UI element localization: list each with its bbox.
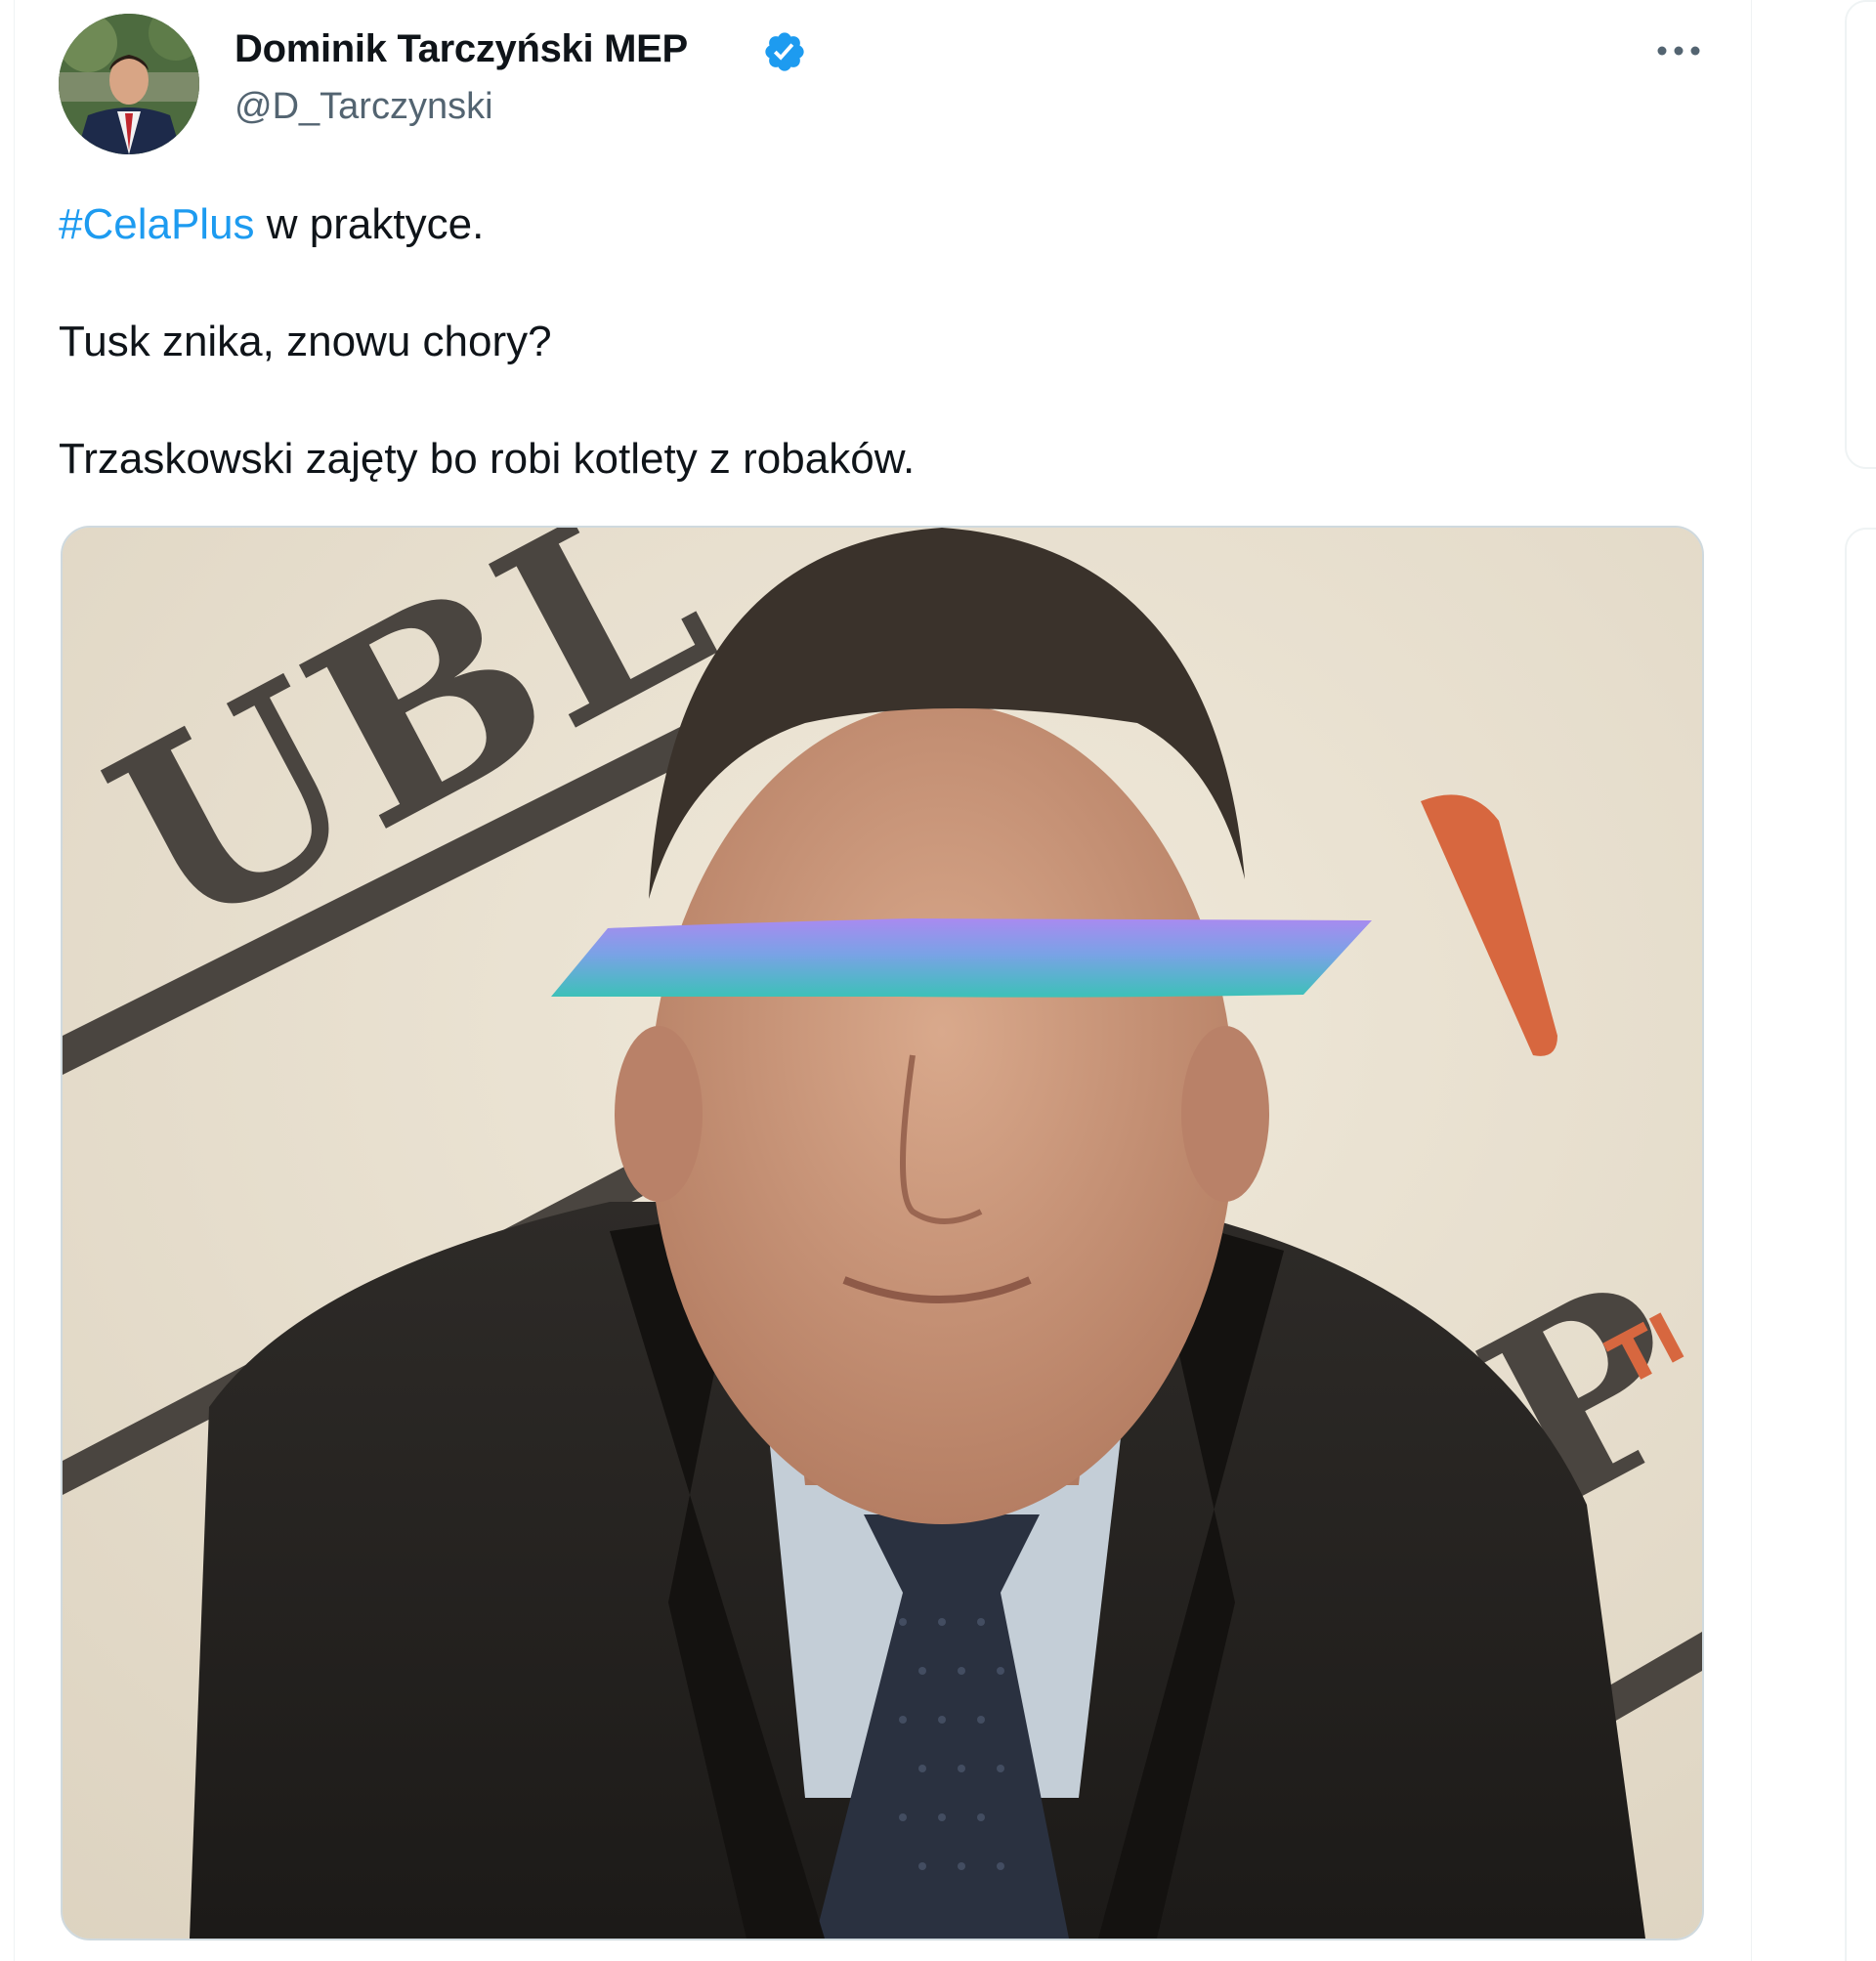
tweet-line-2: Tusk znika, znowu chory? <box>59 318 552 365</box>
author-display-name[interactable]: Dominik Tarczyński MEP <box>234 27 688 71</box>
timeline-left-divider <box>14 0 15 1961</box>
tweet-line-3: Trzaskowski zajęty bo robi kotlety z rob… <box>59 435 916 483</box>
tweet-line-1: #CelaPlus w praktyce. <box>59 195 484 254</box>
hashtag-link[interactable]: #CelaPlus <box>59 200 255 248</box>
timeline-right-divider <box>1751 0 1752 1961</box>
tweet-photo[interactable]: UBL M.P TI <box>61 526 1704 1940</box>
more-options-icon <box>1657 46 1700 56</box>
author-handle[interactable]: @D_Tarczynski <box>234 86 493 128</box>
verified-badge-icon[interactable] <box>762 29 807 74</box>
tweet-page: Dominik Tarczyński MEP @D_Tarczynski #Ce… <box>0 0 1876 1961</box>
sidebar-card-bottom <box>1845 528 1876 1961</box>
sidebar-card-top <box>1845 0 1876 469</box>
author-avatar[interactable] <box>59 14 199 154</box>
tweet-line-1-text: w praktyce. <box>254 200 485 248</box>
more-options-button[interactable] <box>1647 27 1710 74</box>
